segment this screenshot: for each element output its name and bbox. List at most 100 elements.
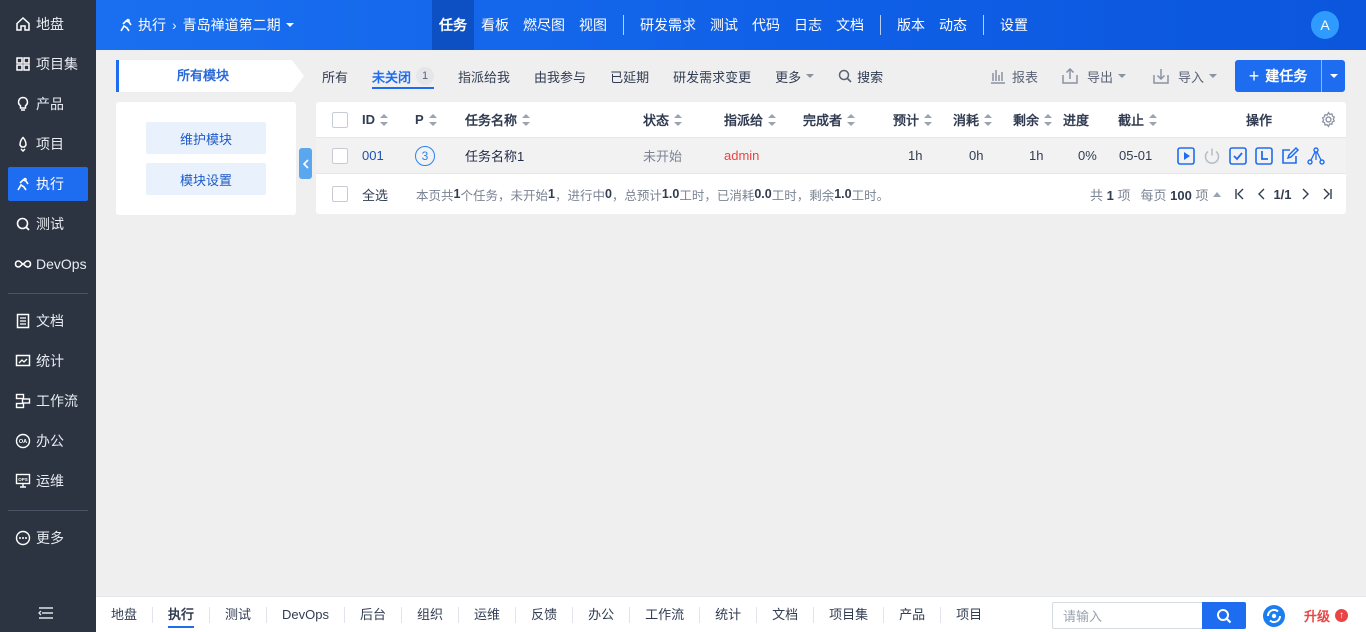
power-icon[interactable] <box>1202 146 1222 166</box>
tab-unclosed[interactable]: 未关闭 1 <box>372 60 435 92</box>
column-header-assigned[interactable]: 指派给 <box>724 102 777 137</box>
breadcrumb-root[interactable]: 执行 <box>138 15 166 35</box>
maintain-module-button[interactable]: 维护模块 <box>146 122 266 154</box>
bottom-nav-oa[interactable]: 办公 <box>573 607 631 623</box>
bottom-nav-devops[interactable]: DevOps <box>267 607 346 623</box>
bottom-nav-execution[interactable]: 执行 <box>153 607 211 628</box>
bottom-nav-ops[interactable]: 运维 <box>459 607 517 623</box>
summary-value: 1 <box>453 187 461 201</box>
row-checkbox[interactable] <box>332 138 348 173</box>
tab-delayed[interactable]: 已延期 <box>610 60 649 92</box>
bottom-nav-bi[interactable]: 统计 <box>700 607 758 623</box>
tab-all[interactable]: 所有 <box>322 60 348 92</box>
bottom-nav-workflow[interactable]: 工作流 <box>630 607 701 623</box>
tab-involved[interactable]: 由我参与 <box>534 60 586 92</box>
column-header-estimate[interactable]: 预计 <box>893 102 933 137</box>
collapse-module-tree-button[interactable] <box>299 148 312 179</box>
per-page-select[interactable]: 每页 100 项 <box>1140 185 1208 204</box>
global-search-input[interactable]: 请输入 <box>1052 602 1202 629</box>
last-page-icon[interactable] <box>1320 187 1334 201</box>
start-icon[interactable] <box>1176 146 1196 166</box>
bottom-nav-test[interactable]: 测试 <box>210 607 268 623</box>
sidebar-item-execution[interactable]: 执行 <box>8 167 88 201</box>
module-header[interactable]: 所有模块 <box>116 60 304 92</box>
topnav-doc[interactable]: 文档 <box>829 0 871 50</box>
column-header-finished-by[interactable]: 完成者 <box>803 102 856 137</box>
column-header-name[interactable]: 任务名称 <box>465 102 531 137</box>
export-button[interactable]: 导出 <box>1061 60 1127 92</box>
sidebar-item-devops[interactable]: DevOps <box>8 247 88 281</box>
sidebar-item-bi[interactable]: 统计 <box>8 344 88 378</box>
select-all-label[interactable]: 全选 <box>362 174 388 214</box>
sidebar-collapse-icon[interactable] <box>36 604 56 622</box>
topnav-test[interactable]: 测试 <box>703 0 745 50</box>
task-id[interactable]: 001 <box>362 138 384 173</box>
bottom-nav-project[interactable]: 项目 <box>941 607 997 623</box>
edit-icon[interactable] <box>1280 146 1300 166</box>
sidebar-item-oa[interactable]: OA 办公 <box>8 424 88 458</box>
sidebar-item-more[interactable]: 更多 <box>8 521 88 555</box>
sidebar-item-program[interactable]: 项目集 <box>8 47 88 81</box>
sidebar-item-test[interactable]: 测试 <box>8 207 88 241</box>
sidebar-item-ops[interactable]: OPS 运维 <box>8 464 88 498</box>
column-header-deadline[interactable]: 截止 <box>1118 102 1158 137</box>
select-all-checkbox[interactable] <box>332 174 348 214</box>
bottom-nav-doc[interactable]: 文档 <box>757 607 815 623</box>
run-icon <box>118 17 134 33</box>
finish-check-icon[interactable] <box>1228 146 1248 166</box>
import-button[interactable]: 导入 <box>1152 60 1218 92</box>
tab-assigned-to-me[interactable]: 指派给我 <box>458 60 510 92</box>
column-header-left[interactable]: 剩余 <box>1013 102 1053 137</box>
next-page-icon[interactable] <box>1298 187 1312 201</box>
column-header-consumed[interactable]: 消耗 <box>953 102 993 137</box>
bottom-nav-feedback[interactable]: 反馈 <box>516 607 574 623</box>
sidebar-item-workflow[interactable]: 工作流 <box>8 384 88 418</box>
create-task-button[interactable]: + 建任务 <box>1235 60 1345 92</box>
prev-page-icon[interactable] <box>1255 187 1269 201</box>
sidebar-item-product[interactable]: 产品 <box>8 87 88 121</box>
column-header-id[interactable]: ID <box>362 102 388 137</box>
topnav-burndown[interactable]: 燃尽图 <box>516 0 572 50</box>
tab-more[interactable]: 更多 <box>775 60 815 92</box>
bottom-nav-program[interactable]: 项目集 <box>814 607 885 623</box>
column-header-status[interactable]: 状态 <box>643 102 683 137</box>
topnav-kanban[interactable]: 看板 <box>474 0 516 50</box>
bottom-nav-admin[interactable]: 后台 <box>345 607 403 623</box>
sidebar-item-project[interactable]: 项目 <box>8 127 88 161</box>
search-toggle[interactable]: 搜索 <box>838 60 883 92</box>
topnav-view[interactable]: 视图 <box>572 0 614 50</box>
gear-icon[interactable] <box>1320 102 1337 137</box>
module-settings-button[interactable]: 模块设置 <box>146 163 266 195</box>
breadcrumb-current[interactable]: 青岛禅道第二期 <box>183 15 281 35</box>
column-header-pri[interactable]: P <box>415 102 437 137</box>
create-task-dropdown[interactable] <box>1321 60 1345 92</box>
bottom-nav-my[interactable]: 地盘 <box>96 607 154 623</box>
topnav-dynamic[interactable]: 动态 <box>932 0 974 50</box>
topnav-log[interactable]: 日志 <box>787 0 829 50</box>
zentao-logo-icon[interactable] <box>1262 604 1286 628</box>
topnav-code[interactable]: 代码 <box>745 0 787 50</box>
assigned-to-link[interactable]: admin <box>724 138 759 173</box>
create-task-main[interactable]: + 建任务 <box>1235 60 1321 92</box>
bottom-nav-company[interactable]: 组织 <box>402 607 460 623</box>
topnav-story[interactable]: 研发需求 <box>633 0 703 50</box>
topnav-build[interactable]: 版本 <box>890 0 932 50</box>
batch-create-icon[interactable] <box>1306 146 1326 166</box>
bottom-nav-product[interactable]: 产品 <box>884 607 942 623</box>
tab-story-changed[interactable]: 研发需求变更 <box>673 60 751 92</box>
sidebar-item-dashboard[interactable]: 地盘 <box>8 7 88 41</box>
first-page-icon[interactable] <box>1233 187 1247 201</box>
report-button[interactable]: 报表 <box>990 60 1038 92</box>
topnav-settings[interactable]: 设置 <box>993 0 1035 50</box>
table-row[interactable]: 001 3 任务名称1 未开始 admin 1h 0h 1h 0% 05-01 <box>316 138 1346 174</box>
upgrade-button[interactable]: 升级 ↑ <box>1304 597 1349 632</box>
avatar[interactable]: A <box>1311 11 1339 39</box>
chevron-down-icon[interactable] <box>285 23 294 27</box>
topnav-tasks[interactable]: 任务 <box>432 0 474 50</box>
global-search-button[interactable] <box>1202 602 1246 629</box>
sidebar-item-doc[interactable]: 文档 <box>8 304 88 338</box>
select-all-checkbox-header[interactable] <box>332 102 348 137</box>
plus-icon: + <box>1248 65 1260 86</box>
record-hours-icon[interactable] <box>1254 146 1274 166</box>
task-name-link[interactable]: 任务名称1 <box>465 138 524 173</box>
